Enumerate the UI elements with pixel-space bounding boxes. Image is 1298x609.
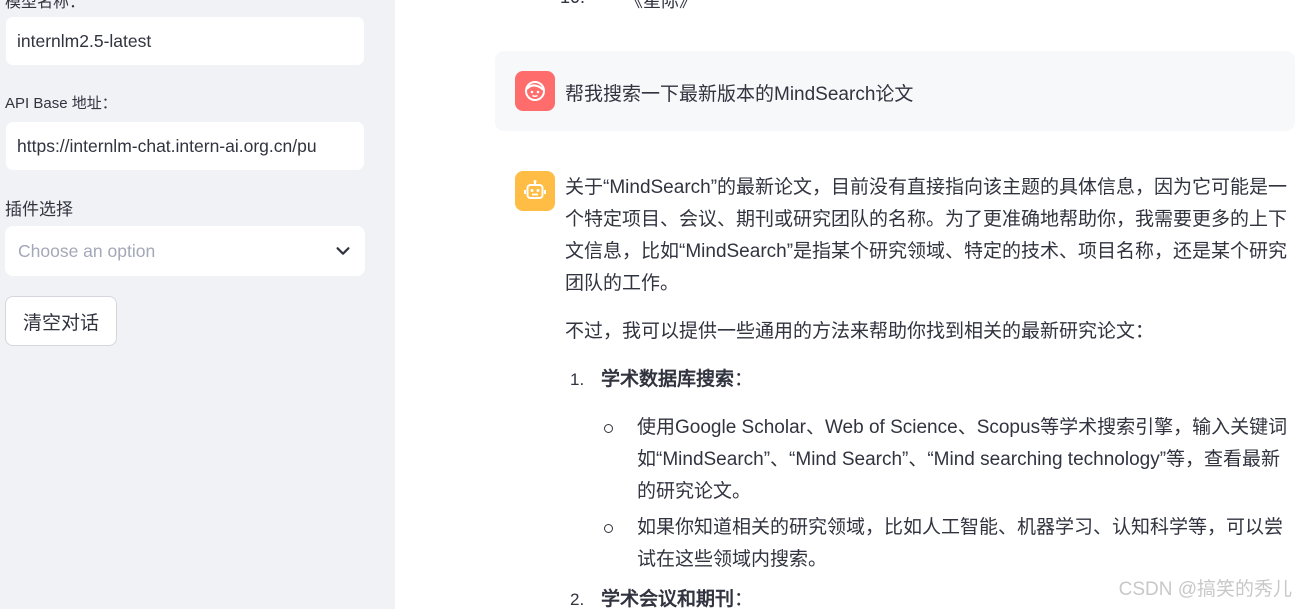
user-avatar (515, 71, 555, 111)
list-item-suffix: ： (734, 369, 754, 390)
plugin-select[interactable]: Choose an option (5, 226, 365, 276)
clear-chat-button[interactable]: 清空对话 (5, 296, 117, 346)
user-message-text: 帮我搜索一下最新版本的MindSearch论文 (565, 84, 914, 105)
model-name-input[interactable]: internlm2.5-latest (5, 16, 365, 66)
bullet-item: 如果你知道相关的研究领域，比如人工智能、机器学习、认知科学等，可以尝试在这些领域… (604, 512, 1295, 576)
bullet-circle-icon (604, 524, 613, 533)
bullet-text: 使用Google Scholar、Web of Science、Scopus等学… (637, 417, 1288, 502)
watermark: CSDN @搞笑的秀儿 (1118, 579, 1292, 600)
plugin-select-label: 插件选择 (5, 200, 73, 219)
bullet-list: 使用Google Scholar、Web of Science、Scopus等学… (604, 412, 1295, 576)
list-item-suffix: ： (734, 589, 754, 609)
list-item-heading: 学术会议和期刊 (601, 589, 735, 609)
assistant-paragraph-1: 关于“MindSearch”的最新论文，目前没有直接指向该主题的具体信息，因为它… (565, 177, 1288, 294)
robot-icon (524, 180, 546, 199)
user-message: 帮我搜索一下最新版本的MindSearch论文 (495, 51, 1295, 131)
assistant-message: 关于“MindSearch”的最新论文，目前没有直接指向该主题的具体信息，因为它… (565, 172, 1295, 609)
bullet-circle-icon (604, 424, 613, 433)
chevron-down-icon (336, 247, 350, 255)
prev-item-text: 《星际》 (625, 0, 697, 11)
chat-area: 10. 《星际》 帮我搜索一下最新版本的MindSearch论文 (395, 0, 1298, 609)
list-item-number: 1. (570, 370, 585, 389)
api-base-input[interactable]: https://internlm-chat.intern-ai.org.cn/p… (5, 121, 365, 171)
bullet-text: 如果你知道相关的研究领域，比如人工智能、机器学习、认知科学等，可以尝试在这些领域… (637, 517, 1284, 570)
api-base-label: API Base 地址： (5, 95, 117, 112)
plugin-select-placeholder: Choose an option (18, 240, 156, 261)
list-item: 1. 学术数据库搜索： (565, 364, 1295, 396)
assistant-avatar (515, 171, 555, 211)
assistant-paragraph-2: 不过，我可以提供一些通用的方法来帮助你找到相关的最新研究论文： (565, 321, 1155, 342)
bullet-item: 使用Google Scholar、Web of Science、Scopus等学… (604, 412, 1295, 508)
list-item-number: 2. (570, 590, 585, 609)
model-name-label: 模型名称： (5, 0, 86, 11)
sidebar: 模型名称： internlm2.5-latest API Base 地址： ht… (0, 0, 395, 609)
prev-item-number: 10. (560, 0, 585, 8)
list-item-heading: 学术数据库搜索 (601, 369, 735, 390)
user-face-icon (525, 81, 545, 101)
